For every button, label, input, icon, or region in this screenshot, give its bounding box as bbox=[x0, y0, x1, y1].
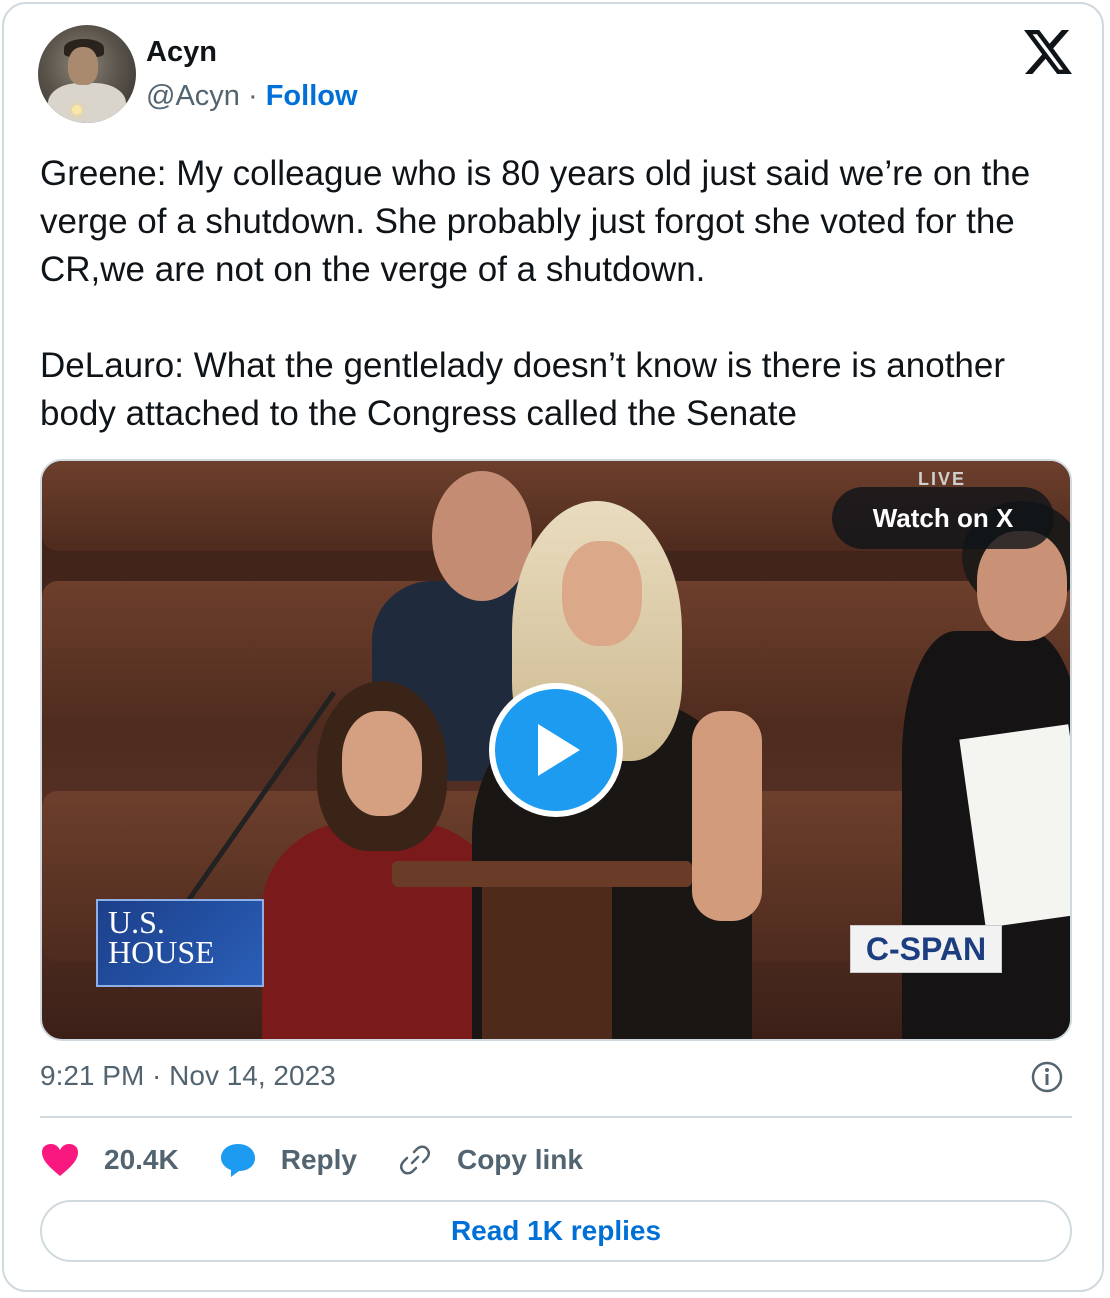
avatar-light-shape bbox=[72, 105, 82, 115]
left-woman-face-shape bbox=[342, 711, 422, 816]
podium-shape bbox=[392, 861, 692, 887]
author-handle-row: @Acyn · Follow bbox=[146, 80, 358, 113]
house-logo-line1: U.S. bbox=[108, 904, 165, 940]
tweet-paragraph: Greene: My colleague who is 80 years old… bbox=[40, 154, 1031, 289]
avatar-face-shape bbox=[68, 47, 98, 85]
x-logo-icon[interactable] bbox=[1024, 30, 1072, 74]
like-count: 20.4K bbox=[104, 1144, 179, 1175]
copy-link-label: Copy link bbox=[456, 1144, 583, 1175]
video-player[interactable]: LIVE Watch on X U.S. HOUSE C-SPAN bbox=[40, 459, 1072, 1041]
speaker-arm-shape bbox=[692, 711, 762, 921]
reply-label: Reply bbox=[280, 1144, 357, 1175]
follow-link[interactable]: Follow bbox=[266, 80, 358, 112]
watch-on-x-button[interactable]: Watch on X bbox=[832, 487, 1054, 549]
handle-separator: · bbox=[239, 80, 266, 112]
left-woman-shape bbox=[262, 821, 502, 1039]
tweet-timestamp[interactable]: 9:21 PM · Nov 14, 2023 bbox=[40, 1060, 336, 1092]
podium-stem-shape bbox=[482, 881, 612, 1039]
author-handle[interactable]: @Acyn bbox=[146, 80, 240, 112]
divider bbox=[40, 1116, 1072, 1118]
play-button[interactable] bbox=[489, 683, 623, 817]
tweet-text: Greene: My colleague who is 80 years old… bbox=[40, 150, 1070, 438]
link-icon bbox=[399, 1145, 431, 1175]
author-avatar[interactable] bbox=[38, 25, 136, 123]
house-logo-line2: HOUSE bbox=[108, 934, 215, 970]
cspan-logo: C-SPAN bbox=[850, 925, 1002, 973]
play-icon bbox=[538, 724, 580, 776]
reply-bubble-icon bbox=[220, 1144, 255, 1177]
reply-button[interactable]: Reply bbox=[219, 1142, 357, 1178]
tweet-paragraph: DeLauro: What the gentlelady doesn’t kno… bbox=[40, 346, 1006, 433]
copy-link-button[interactable]: Copy link bbox=[397, 1142, 583, 1178]
us-house-logo: U.S. HOUSE bbox=[96, 899, 264, 987]
info-icon[interactable] bbox=[1030, 1060, 1064, 1094]
action-bar: 20.4K Reply Copy link bbox=[40, 1138, 623, 1182]
speaker-face-shape bbox=[562, 541, 642, 646]
heart-icon bbox=[42, 1144, 78, 1176]
avatar-body-shape bbox=[48, 83, 126, 123]
author-name[interactable]: Acyn bbox=[146, 36, 217, 69]
read-replies-button[interactable]: Read 1K replies bbox=[40, 1200, 1072, 1262]
background-man-head-shape bbox=[432, 471, 532, 601]
like-button[interactable]: 20.4K bbox=[40, 1142, 179, 1178]
